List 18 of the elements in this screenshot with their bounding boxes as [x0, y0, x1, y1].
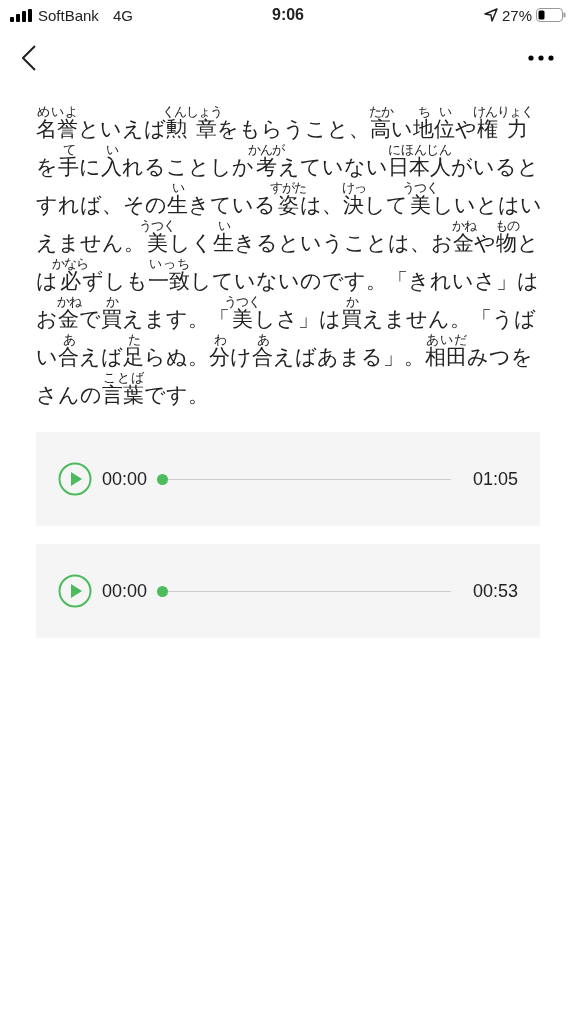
duration-time: 01:05 [472, 468, 518, 490]
duration-time: 00:53 [472, 580, 518, 602]
battery-icon [536, 8, 566, 22]
carrier-name: SoftBank [38, 6, 99, 24]
current-time: 00:00 [102, 580, 148, 602]
current-time: 00:00 [102, 468, 148, 490]
progress-thumb[interactable] [157, 585, 169, 597]
location-arrow-icon [483, 8, 498, 22]
play-button[interactable] [58, 462, 92, 496]
play-button[interactable] [58, 574, 92, 608]
back-chevron-icon[interactable] [22, 45, 36, 71]
progress-thumb[interactable] [157, 473, 169, 485]
network-type: 4G [112, 6, 133, 24]
clock-time: 9:06 [272, 6, 304, 24]
battery-percentage: 27% [501, 6, 532, 24]
signal-icon [10, 8, 32, 22]
furigana-paragraph: 名誉 めいよ といえば勲章 くんしょう をもらうこと、高 たか い地位 ちい や権力 けんりょく を手 て に入 い れることしか考 かんが えていない 日本人 にほんじん がいるとすれば、その生 い きている 姿 すがた は、決 けっ して 美 うつく しいとはいえません。美 うつく しく 生 い きるということは、お金 かね や物 もの とは 必 かなら ずしも 一致 いっち していないのです。「きれいさ」はお金 かね で買 か えます。「美 うつく しさ」は買 か えません。「うばい合 あ えば足 た らぬ。分 わ け合 あ えばあまる」。相田 あいだ みつをさんの言葉 ことば です。 [36, 106, 542, 409]
more-options-icon[interactable] [528, 55, 554, 61]
